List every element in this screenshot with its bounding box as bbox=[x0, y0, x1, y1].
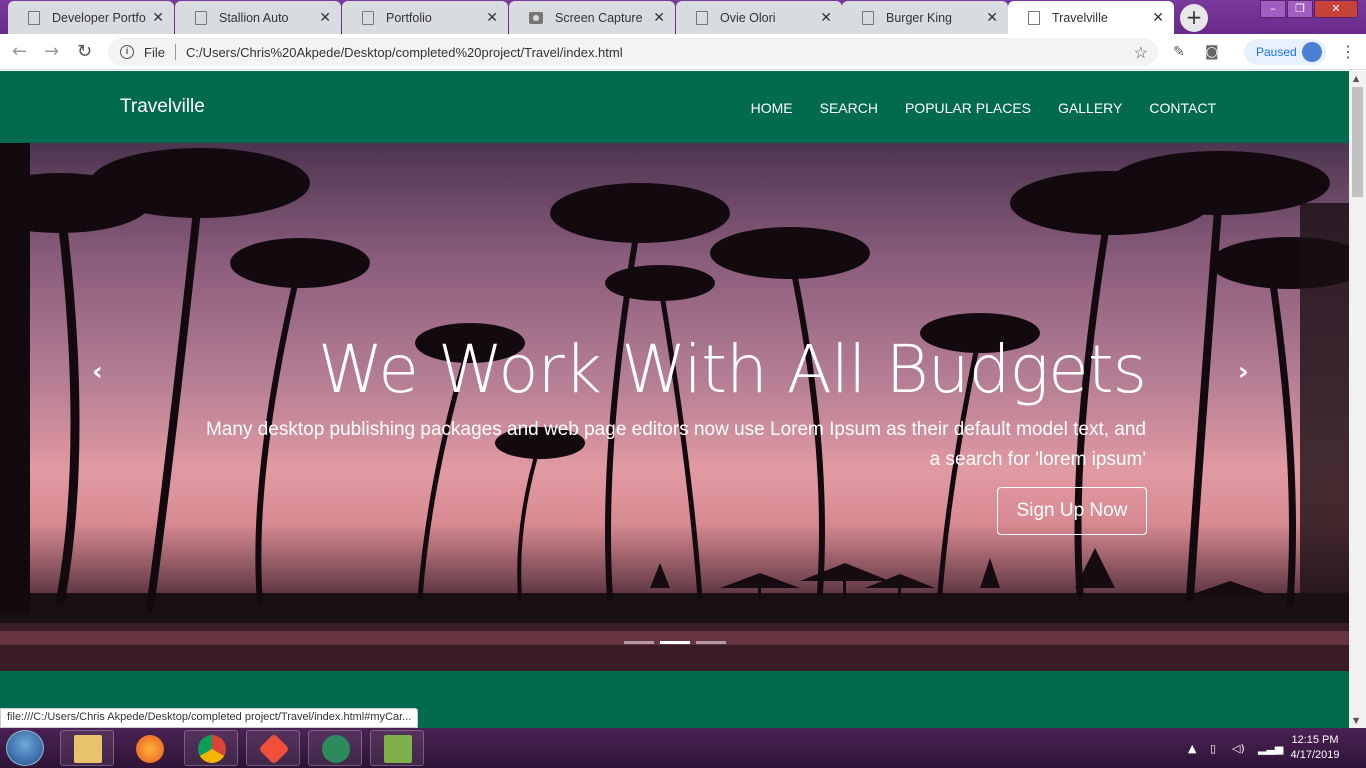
new-tab-button[interactable]: + bbox=[1180, 4, 1208, 32]
tab-strip: Developer Portfolio ✕ Stallion Auto ✕ Po… bbox=[0, 0, 1366, 34]
page-icon bbox=[1028, 10, 1040, 25]
git-icon bbox=[258, 733, 290, 765]
eyedropper-icon[interactable]: ✎ bbox=[1173, 44, 1189, 60]
link-status-bubble: file:///C:/Users/Chris Akpede/Desktop/co… bbox=[0, 708, 419, 728]
hero-subtitle: Many desktop publishing packages and web… bbox=[205, 419, 1146, 470]
carousel-indicator[interactable] bbox=[660, 641, 690, 644]
page-icon bbox=[28, 10, 40, 25]
notepad-button[interactable] bbox=[370, 730, 424, 766]
address-divider bbox=[174, 44, 176, 60]
page-viewport: Travelville HOME SEARCH POPULAR PLACES G… bbox=[0, 71, 1349, 728]
info-icon[interactable]: i bbox=[120, 45, 134, 59]
atom-button[interactable] bbox=[308, 730, 362, 766]
sign-up-button[interactable]: Sign Up Now bbox=[997, 487, 1147, 535]
camera-icon[interactable]: ◙ bbox=[1205, 44, 1221, 60]
tab-title: Burger King bbox=[886, 10, 953, 25]
tab-ovie-olori[interactable]: Ovie Olori ✕ bbox=[676, 1, 842, 34]
atom-icon bbox=[322, 735, 350, 763]
carousel-next-icon[interactable]: › bbox=[1238, 357, 1249, 387]
tab-title: Stallion Auto bbox=[219, 10, 289, 25]
carousel-prev-icon[interactable]: ‹ bbox=[92, 357, 103, 387]
nav-search[interactable]: SEARCH bbox=[820, 100, 878, 116]
nav-home[interactable]: HOME bbox=[751, 100, 793, 116]
clock-time: 12:15 PM bbox=[1291, 734, 1339, 746]
battery-icon[interactable]: ▯ bbox=[1210, 742, 1216, 755]
maximize-button[interactable]: ❐ bbox=[1287, 0, 1313, 18]
close-icon[interactable]: ✕ bbox=[152, 10, 164, 26]
site-navbar: Travelville HOME SEARCH POPULAR PLACES G… bbox=[0, 71, 1349, 143]
page-icon bbox=[696, 10, 708, 25]
forward-icon[interactable]: → bbox=[44, 41, 59, 62]
address-url[interactable]: C:/Users/Chris%20Akpede/Desktop/complete… bbox=[186, 45, 623, 60]
firefox-button[interactable] bbox=[122, 730, 176, 766]
close-icon[interactable]: ✕ bbox=[319, 10, 331, 26]
address-scheme: File bbox=[144, 44, 165, 60]
nav-contact[interactable]: CONTACT bbox=[1149, 100, 1216, 116]
window-close-button[interactable]: ✕ bbox=[1314, 0, 1358, 18]
carousel-indicator[interactable] bbox=[624, 641, 654, 644]
tab-title: Screen Capture Re bbox=[555, 10, 647, 25]
site-brand[interactable]: Travelville bbox=[120, 96, 205, 118]
page-icon bbox=[195, 10, 207, 25]
notepad-icon bbox=[384, 735, 412, 763]
start-button[interactable] bbox=[6, 730, 44, 766]
firefox-icon bbox=[136, 735, 164, 763]
camera-icon bbox=[529, 11, 543, 24]
tab-burger-king[interactable]: Burger King ✕ bbox=[842, 1, 1008, 34]
chrome-button[interactable] bbox=[184, 730, 238, 766]
tab-developer-portfolio[interactable]: Developer Portfolio ✕ bbox=[8, 1, 174, 34]
carousel-indicators bbox=[624, 641, 726, 644]
close-icon[interactable]: ✕ bbox=[486, 10, 498, 26]
reload-icon[interactable]: ↻ bbox=[77, 41, 92, 62]
scroll-down-icon[interactable]: ▼ bbox=[1353, 716, 1359, 725]
close-icon[interactable]: ✕ bbox=[820, 10, 832, 26]
git-button[interactable] bbox=[246, 730, 300, 766]
tab-title: Portfolio bbox=[386, 10, 432, 25]
clock-date: 4/17/2019 bbox=[1290, 749, 1340, 761]
page-scrollbar[interactable]: ▲ ▼ bbox=[1349, 71, 1366, 728]
scrollbar-thumb[interactable] bbox=[1352, 87, 1363, 197]
hero-carousel: We Work With All Budgets Many desktop pu… bbox=[0, 143, 1349, 671]
page-icon bbox=[862, 10, 874, 25]
profile-status: Paused bbox=[1256, 45, 1297, 59]
avatar bbox=[1302, 42, 1322, 62]
system-clock[interactable]: 12:15 PM 4/17/2019 bbox=[1280, 733, 1350, 763]
taskbar: ▲ ▯ ◁) ▂▃▅ 12:15 PM 4/17/2019 bbox=[0, 728, 1366, 768]
tab-title: Travelville bbox=[1052, 10, 1108, 25]
close-icon[interactable]: ✕ bbox=[986, 10, 998, 26]
nav-gallery[interactable]: GALLERY bbox=[1058, 100, 1122, 116]
tab-stallion-auto[interactable]: Stallion Auto ✕ bbox=[175, 1, 341, 34]
site-menu: HOME SEARCH POPULAR PLACES GALLERY CONTA… bbox=[751, 100, 1216, 116]
tab-title: Developer Portfolio bbox=[52, 10, 146, 25]
volume-icon[interactable]: ◁) bbox=[1232, 742, 1245, 755]
tab-travelville[interactable]: Travelville ✕ bbox=[1008, 1, 1174, 34]
carousel-indicator[interactable] bbox=[696, 641, 726, 644]
tab-portfolio[interactable]: Portfolio ✕ bbox=[342, 1, 508, 34]
menu-icon[interactable]: ⋮ bbox=[1340, 42, 1356, 61]
close-icon[interactable]: ✕ bbox=[653, 10, 665, 26]
minimize-button[interactable]: – bbox=[1260, 0, 1286, 18]
file-explorer-button[interactable] bbox=[60, 730, 114, 766]
hero-title: We Work With All Budgets bbox=[317, 331, 1147, 408]
close-icon[interactable]: ✕ bbox=[1152, 10, 1164, 26]
tab-title: Ovie Olori bbox=[720, 10, 776, 25]
nav-popular-places[interactable]: POPULAR PLACES bbox=[905, 100, 1031, 116]
address-bar[interactable]: i File C:/Users/Chris%20Akpede/Desktop/c… bbox=[108, 38, 1158, 66]
profile-button[interactable]: Paused bbox=[1244, 39, 1326, 65]
page-icon bbox=[362, 10, 374, 25]
tab-screen-capture[interactable]: Screen Capture Re ✕ bbox=[509, 1, 675, 34]
folder-icon bbox=[74, 735, 102, 763]
window-controls: – ❐ ✕ bbox=[1259, 0, 1358, 18]
chrome-icon bbox=[198, 735, 226, 763]
scroll-up-icon[interactable]: ▲ bbox=[1353, 74, 1359, 83]
bookmark-star-icon[interactable]: ☆ bbox=[1134, 43, 1148, 63]
back-icon[interactable]: ← bbox=[12, 41, 27, 62]
browser-toolbar: ← → ↻ i File C:/Users/Chris%20Akpede/Des… bbox=[0, 34, 1366, 70]
show-hidden-icons[interactable]: ▲ bbox=[1188, 742, 1196, 755]
